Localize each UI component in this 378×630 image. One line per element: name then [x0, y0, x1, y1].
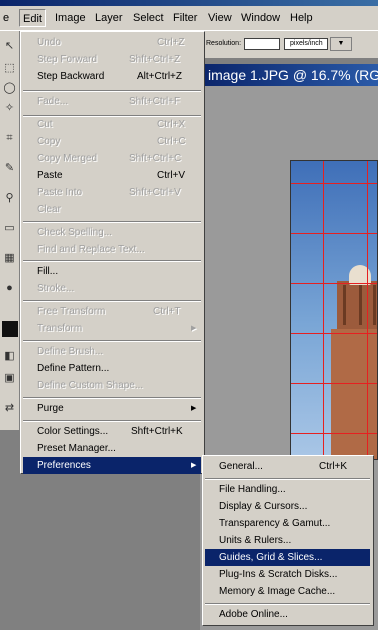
wand-tool-icon[interactable]: ✧ — [2, 101, 17, 116]
menu-separator — [23, 420, 201, 422]
foreground-color-swatch[interactable] — [2, 321, 18, 337]
menu-item-check-spelling[interactable]: Check Spelling... — [23, 224, 201, 241]
lasso-tool-icon[interactable]: ◯ — [2, 81, 17, 96]
pref-item-general[interactable]: General... Ctrl+K — [205, 458, 370, 475]
menu-item-define-pattern[interactable]: Define Pattern... — [23, 360, 201, 377]
menu-item-step-forward[interactable]: Step Forward Shft+Ctrl+Z — [23, 51, 201, 68]
document-title[interactable]: image 1.JPG @ 16.7% (RGB) — [200, 64, 378, 86]
menu-item-copy-merged[interactable]: Copy Merged Shft+Ctrl+C — [23, 150, 201, 167]
menu-separator — [205, 603, 370, 605]
pref-item-adobe-online[interactable]: Adobe Online... — [205, 606, 370, 623]
pref-item-units-rulers[interactable]: Units & Rulers... — [205, 532, 370, 549]
menu-item-free-transform[interactable]: Free Transform Ctrl+T — [23, 303, 201, 320]
pref-item-file-handling[interactable]: File Handling... — [205, 481, 370, 498]
menu-item-define-brush[interactable]: Define Brush... — [23, 343, 201, 360]
menu-item-fill[interactable]: Fill... — [23, 263, 201, 280]
pref-item-transparency-gamut[interactable]: Transparency & Gamut... — [205, 515, 370, 532]
menu-item-clear[interactable]: Clear — [23, 201, 201, 218]
grid-line — [291, 433, 377, 434]
quickmask-icon[interactable]: ◧ — [2, 349, 17, 364]
menu-item-find-replace[interactable]: Find and Replace Text... — [23, 241, 201, 258]
menu-help[interactable]: Help — [287, 9, 316, 27]
menu-item-transform[interactable]: Transform ▶ — [23, 320, 201, 337]
submenu-arrow-icon: ▶ — [191, 462, 197, 469]
units-select-value: pixels/inch — [290, 40, 323, 47]
menu-item-fade[interactable]: Fade... Shft+Ctrl+F — [23, 93, 201, 110]
jump-to-imageready-icon[interactable]: ⇄ — [2, 401, 17, 416]
grid-line — [323, 161, 324, 459]
grid-line — [291, 183, 377, 184]
pref-item-display-cursors[interactable]: Display & Cursors... — [205, 498, 370, 515]
building-lower-shape — [331, 329, 377, 459]
pref-item-guides-grid-slices[interactable]: Guides, Grid & Slices... — [205, 549, 370, 566]
preferences-submenu: General... Ctrl+K File Handling... Displa… — [202, 455, 374, 626]
menu-item-color-settings[interactable]: Color Settings... Shft+Ctrl+K — [23, 423, 201, 440]
grid-line — [291, 283, 377, 284]
submenu-arrow-icon: ▶ — [191, 405, 197, 412]
menu-window[interactable]: Window — [238, 9, 283, 27]
menu-separator — [23, 90, 201, 92]
toolbox: ↖ ⬚ ◯ ✧ ⌗ ✎ ⚲ ▭ ▦ ● ◧ ▣ ⇄ — [0, 31, 20, 430]
crop-tool-icon[interactable]: ⌗ — [2, 131, 17, 146]
submenu-arrow-icon: ▶ — [191, 325, 197, 332]
menu-edit[interactable]: Edit — [19, 9, 46, 27]
menu-item-define-custom-shape[interactable]: Define Custom Shape... — [23, 377, 201, 394]
menu-item-paste[interactable]: Paste Ctrl+V — [23, 167, 201, 184]
grid-line — [367, 161, 368, 459]
menu-item-step-backward[interactable]: Step Backward Alt+Ctrl+Z — [23, 68, 201, 85]
menu-separator — [23, 300, 201, 302]
menu-item-paste-into[interactable]: Paste Into Shft+Ctrl+V — [23, 184, 201, 201]
menu-item-preferences[interactable]: Preferences ▶ — [23, 457, 201, 474]
menu-item-undo[interactable]: Undo Ctrl+Z — [23, 34, 201, 51]
menu-separator — [23, 340, 201, 342]
menu-select[interactable]: Select — [130, 9, 167, 27]
eraser-tool-icon[interactable]: ▭ — [2, 221, 17, 236]
menu-item-copy[interactable]: Copy Ctrl+C — [23, 133, 201, 150]
menu-item-cut[interactable]: Cut Ctrl+X — [23, 116, 201, 133]
building-column — [359, 285, 362, 325]
building-column — [373, 285, 376, 325]
menu-separator — [23, 260, 201, 262]
menu-item-preset-manager[interactable]: Preset Manager... — [23, 440, 201, 457]
pref-item-memory-cache[interactable]: Memory & Image Cache... — [205, 583, 370, 600]
grid-line — [291, 333, 377, 334]
brush-tool-icon[interactable]: ✎ — [2, 161, 17, 176]
menu-view[interactable]: View — [205, 9, 235, 27]
screen-mode-icon[interactable]: ▣ — [2, 371, 17, 386]
grid-line — [291, 383, 377, 384]
menu-separator — [23, 221, 201, 223]
menu-separator — [205, 478, 370, 480]
grid-line — [291, 233, 377, 234]
menu-bar: e Edit Image Layer Select Filter View Wi… — [0, 6, 378, 31]
pref-item-plugins-scratch[interactable]: Plug-Ins & Scratch Disks... — [205, 566, 370, 583]
document-image — [290, 160, 378, 460]
menu-layer[interactable]: Layer — [92, 9, 126, 27]
menu-item-stroke[interactable]: Stroke... — [23, 280, 201, 297]
menu-file-edge[interactable]: e — [0, 9, 12, 27]
menu-filter[interactable]: Filter — [170, 9, 200, 27]
marquee-tool-icon[interactable]: ⬚ — [2, 61, 17, 76]
gradient-tool-icon[interactable]: ▦ — [2, 251, 17, 266]
building-column — [343, 285, 346, 325]
edit-menu: Undo Ctrl+Z Step Forward Shft+Ctrl+Z Step … — [20, 31, 205, 474]
units-dropdown-arrow[interactable]: ▼ — [330, 37, 352, 51]
stamp-tool-icon[interactable]: ⚲ — [2, 191, 17, 206]
menu-item-purge[interactable]: Purge ▶ — [23, 400, 201, 417]
resolution-input[interactable] — [244, 38, 280, 50]
menu-separator — [23, 397, 201, 399]
dodge-tool-icon[interactable]: ● — [2, 281, 17, 296]
menu-image[interactable]: Image — [52, 9, 89, 27]
move-tool-icon[interactable]: ↖ — [2, 39, 17, 54]
resolution-label: Resolution: — [206, 40, 242, 47]
options-bar: Resolution: pixels/inch ▼ — [180, 31, 378, 59]
